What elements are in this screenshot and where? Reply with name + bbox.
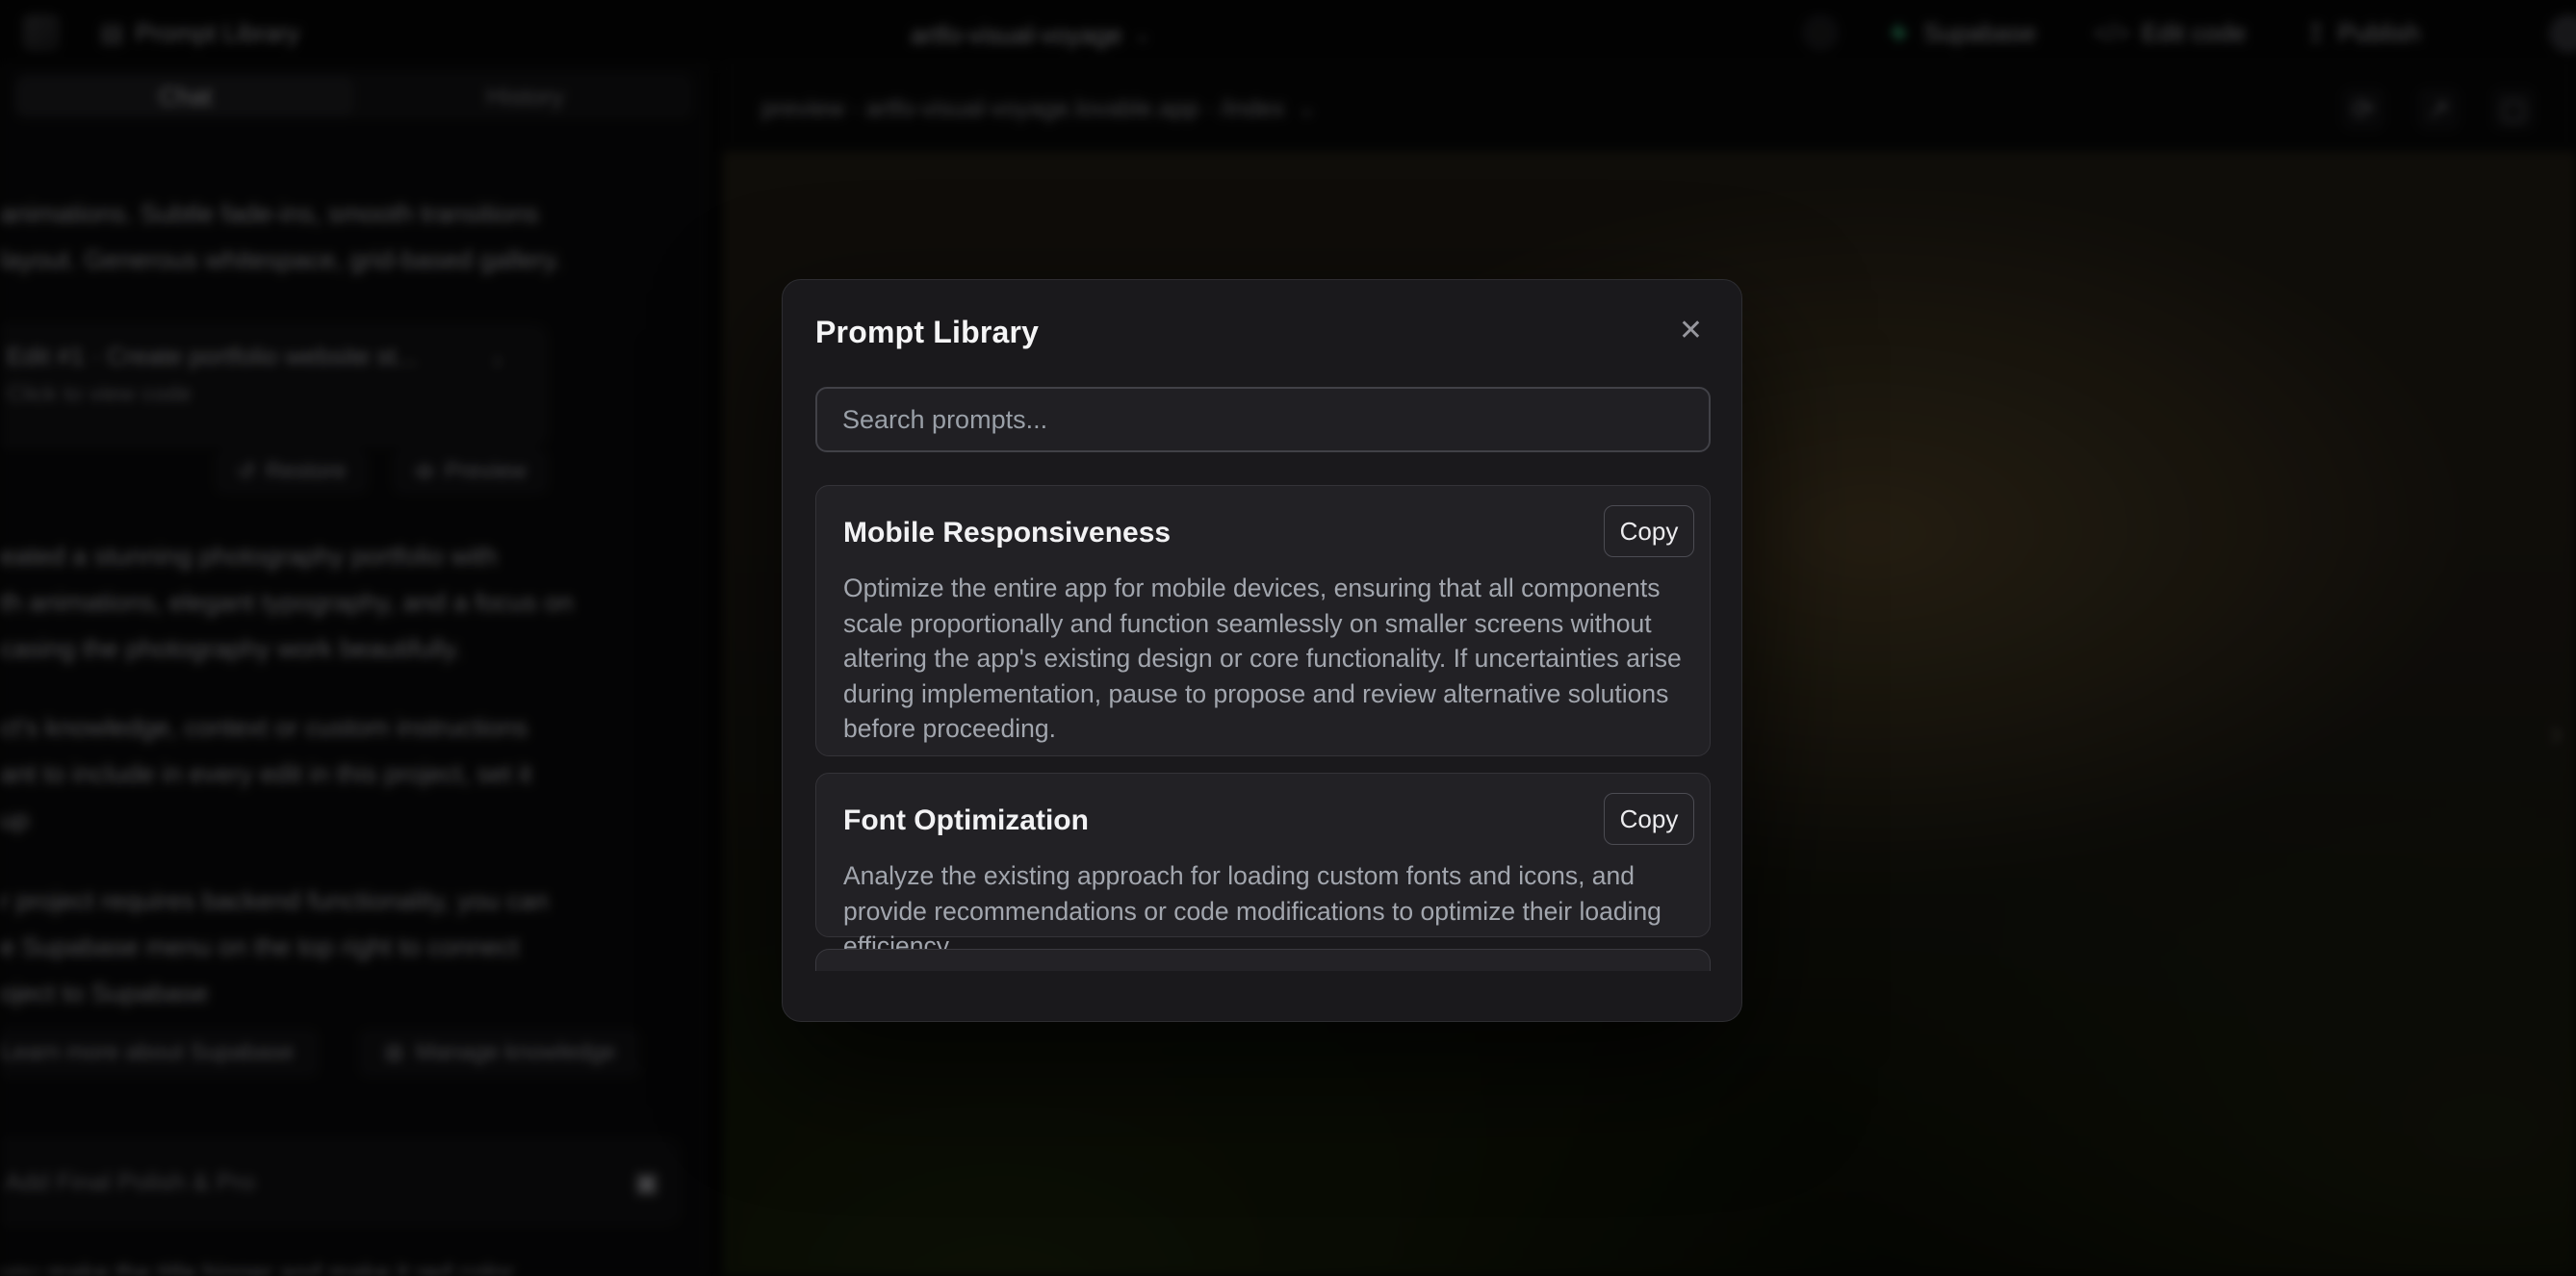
prompt-card: Mobile Responsiveness Copy Optimize the … [815,485,1711,756]
copy-button[interactable]: Copy [1604,793,1694,845]
prompt-title: Mobile Responsiveness [843,517,1683,549]
prompt-title: Font Optimization [843,804,1683,837]
screen: ▤ Prompt Library artfo-visual-voyage ⌄ S… [0,0,2576,1276]
close-icon[interactable]: ✕ [1679,317,1703,345]
copy-button[interactable]: Copy [1604,505,1694,557]
prompt-card-partial [815,949,1711,971]
modal-title: Prompt Library [815,315,1039,350]
prompt-description: Optimize the entire app for mobile devic… [843,571,1694,747]
prompt-card: Font Optimization Copy Analyze the exist… [815,773,1711,937]
search-input[interactable] [815,387,1711,452]
prompt-library-modal: Prompt Library ✕ Mobile Responsiveness C… [782,279,1742,1022]
